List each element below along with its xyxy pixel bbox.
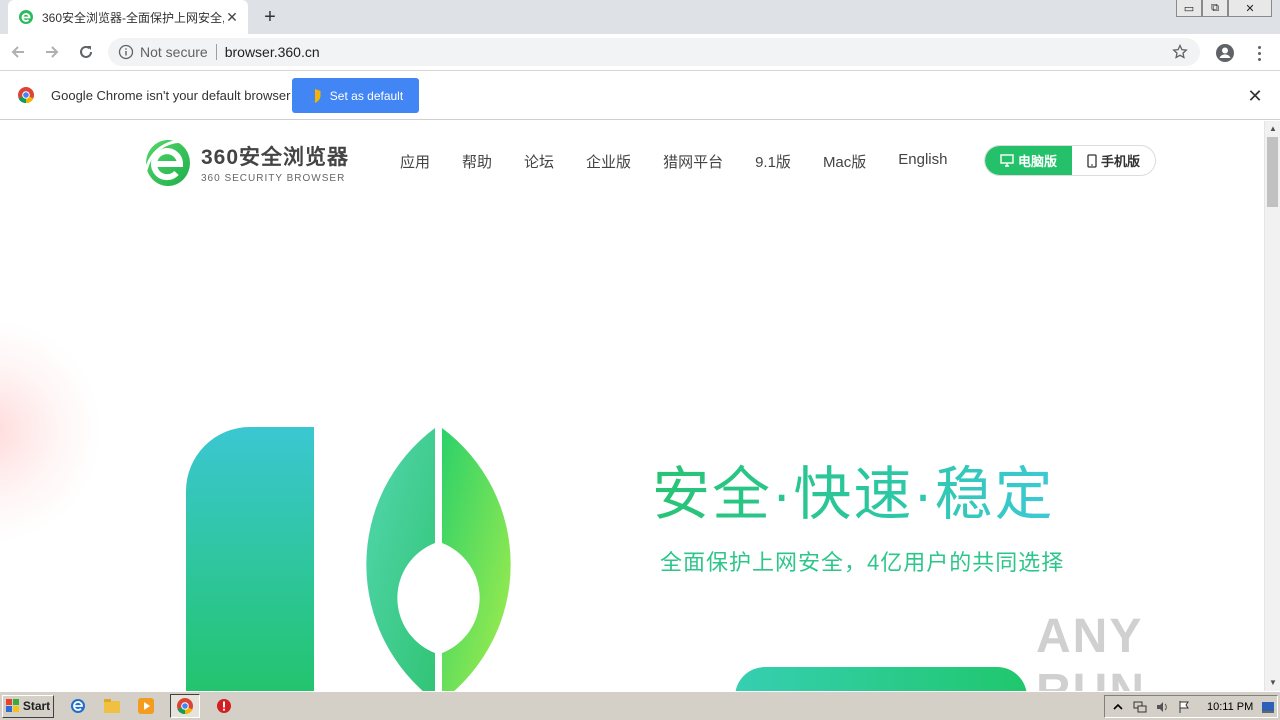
reload-button[interactable] (70, 36, 102, 68)
tab-close-icon[interactable]: ✕ (224, 9, 240, 25)
chrome-taskbar-icon[interactable] (170, 694, 200, 718)
start-button[interactable]: Start (2, 694, 54, 718)
chrome-menu-icon[interactable] (1250, 42, 1268, 64)
tab-title: 360安全浏览器-全面保护上网安全,4 (42, 10, 224, 25)
phone-icon (1087, 153, 1097, 168)
forward-button[interactable] (36, 36, 68, 68)
scroll-up-icon[interactable]: ▲ (1265, 121, 1280, 137)
360-browser-logo-icon (144, 140, 193, 186)
minimize-button[interactable]: ▭ (1176, 0, 1202, 17)
network-icon[interactable] (1133, 700, 1147, 714)
tray-expand-icon[interactable] (1111, 700, 1125, 714)
nav-link-forum[interactable]: 论坛 (524, 151, 554, 172)
nav-link-apps[interactable]: 应用 (400, 151, 430, 172)
back-button[interactable] (2, 36, 34, 68)
browser-tab[interactable]: 360安全浏览器-全面保护上网安全,4 ✕ (8, 0, 248, 34)
profile-avatar-icon[interactable] (1214, 42, 1236, 64)
logo-name-en: 360 SECURITY BROWSER (201, 172, 346, 184)
nav-link-mac[interactable]: Mac版 (823, 151, 866, 172)
default-browser-infobar: Google Chrome isn't your default browser… (0, 71, 1280, 120)
nav-link-fraud-platform[interactable]: 猎网平台 (663, 151, 723, 172)
reload-icon (80, 45, 92, 58)
window-close-button[interactable]: ✕ (1228, 0, 1272, 17)
stop-sign-icon[interactable] (214, 696, 234, 716)
forward-arrow-icon (46, 46, 59, 58)
decorative-glow (0, 321, 100, 541)
scroll-down-icon[interactable]: ▼ (1265, 675, 1280, 691)
file-explorer-icon[interactable] (102, 696, 122, 716)
pc-version-label: 电脑版 (1017, 154, 1057, 169)
mobile-version-button[interactable]: 手机版 (1072, 146, 1155, 175)
restore-button[interactable]: ⧉ (1202, 0, 1228, 17)
start-label: Start (22, 699, 51, 713)
show-desktop-icon[interactable] (1261, 700, 1275, 714)
shield-icon (309, 88, 321, 103)
nav-link-version-9-1[interactable]: 9.1版 (755, 151, 791, 172)
address-bar[interactable]: Not secure browser.360.cn (108, 38, 1200, 66)
taskbar-clock[interactable]: 10:11 PM (1207, 701, 1253, 713)
logo-name-cn: 360安全浏览器 (201, 145, 350, 169)
system-tray: 10:11 PM (1104, 695, 1278, 718)
page-viewport: 360安全浏览器 360 SECURITY BROWSER 应用 帮助 论坛 企… (0, 121, 1264, 691)
anyrun-watermark: ANY RUN (1036, 609, 1264, 691)
nav-link-help[interactable]: 帮助 (462, 151, 492, 172)
omnibox-separator (215, 44, 217, 60)
monitor-icon (1000, 154, 1014, 167)
info-icon[interactable] (118, 44, 134, 60)
back-arrow-icon (11, 46, 24, 58)
nav-link-english[interactable]: English (898, 151, 947, 172)
windows-taskbar: Start 10:11 PM (0, 691, 1280, 720)
hero-slogan: 安全·快速·稳定 (652, 447, 1055, 531)
windows-logo-icon (5, 699, 19, 712)
browser-toolbar: Not secure browser.360.cn (0, 34, 1280, 71)
nav-link-enterprise[interactable]: 企业版 (586, 151, 631, 172)
version-toggle: 电脑版 手机版 (984, 145, 1156, 176)
mobile-version-label: 手机版 (1100, 154, 1140, 169)
new-tab-button[interactable]: + (258, 6, 282, 30)
download-button[interactable] (735, 667, 1027, 691)
watermark-text: ANY RUN (1036, 610, 1144, 691)
window-controls: ▭ ⧉ ✕ (1176, 0, 1272, 17)
hero-subtitle: 全面保护上网安全，4亿用户的共同选择 (660, 550, 1065, 575)
scrollbar-thumb[interactable] (1267, 137, 1278, 207)
quick-launch (68, 694, 234, 718)
site-navigation: 应用 帮助 论坛 企业版 猎网平台 9.1版 Mac版 English (400, 151, 979, 172)
hero-10-graphic (186, 427, 511, 691)
security-label: Not secure (140, 44, 208, 60)
volume-icon[interactable] (1155, 700, 1169, 714)
page-scrollbar[interactable]: ▲ ▼ (1264, 121, 1280, 691)
action-center-flag-icon[interactable] (1177, 700, 1191, 714)
infobar-message: Google Chrome isn't your default browser (51, 87, 291, 103)
media-player-icon[interactable] (136, 696, 156, 716)
chrome-logo-icon (18, 87, 34, 104)
site-logo[interactable]: 360安全浏览器 360 SECURITY BROWSER (143, 134, 349, 190)
set-as-default-button[interactable]: Set as default (292, 78, 419, 113)
internet-explorer-icon[interactable] (68, 696, 88, 716)
url-text[interactable]: browser.360.cn (225, 44, 1170, 60)
tab-strip: 360安全浏览器-全面保护上网安全,4 ✕ + ▭ ⧉ ✕ (0, 0, 1280, 34)
site-favicon-icon (19, 10, 33, 24)
pc-version-button[interactable]: 电脑版 (985, 146, 1072, 175)
set-as-default-label: Set as default (329, 88, 404, 103)
infobar-close-icon[interactable]: ✕ (1246, 87, 1264, 105)
bookmark-star-icon[interactable] (1170, 42, 1190, 62)
